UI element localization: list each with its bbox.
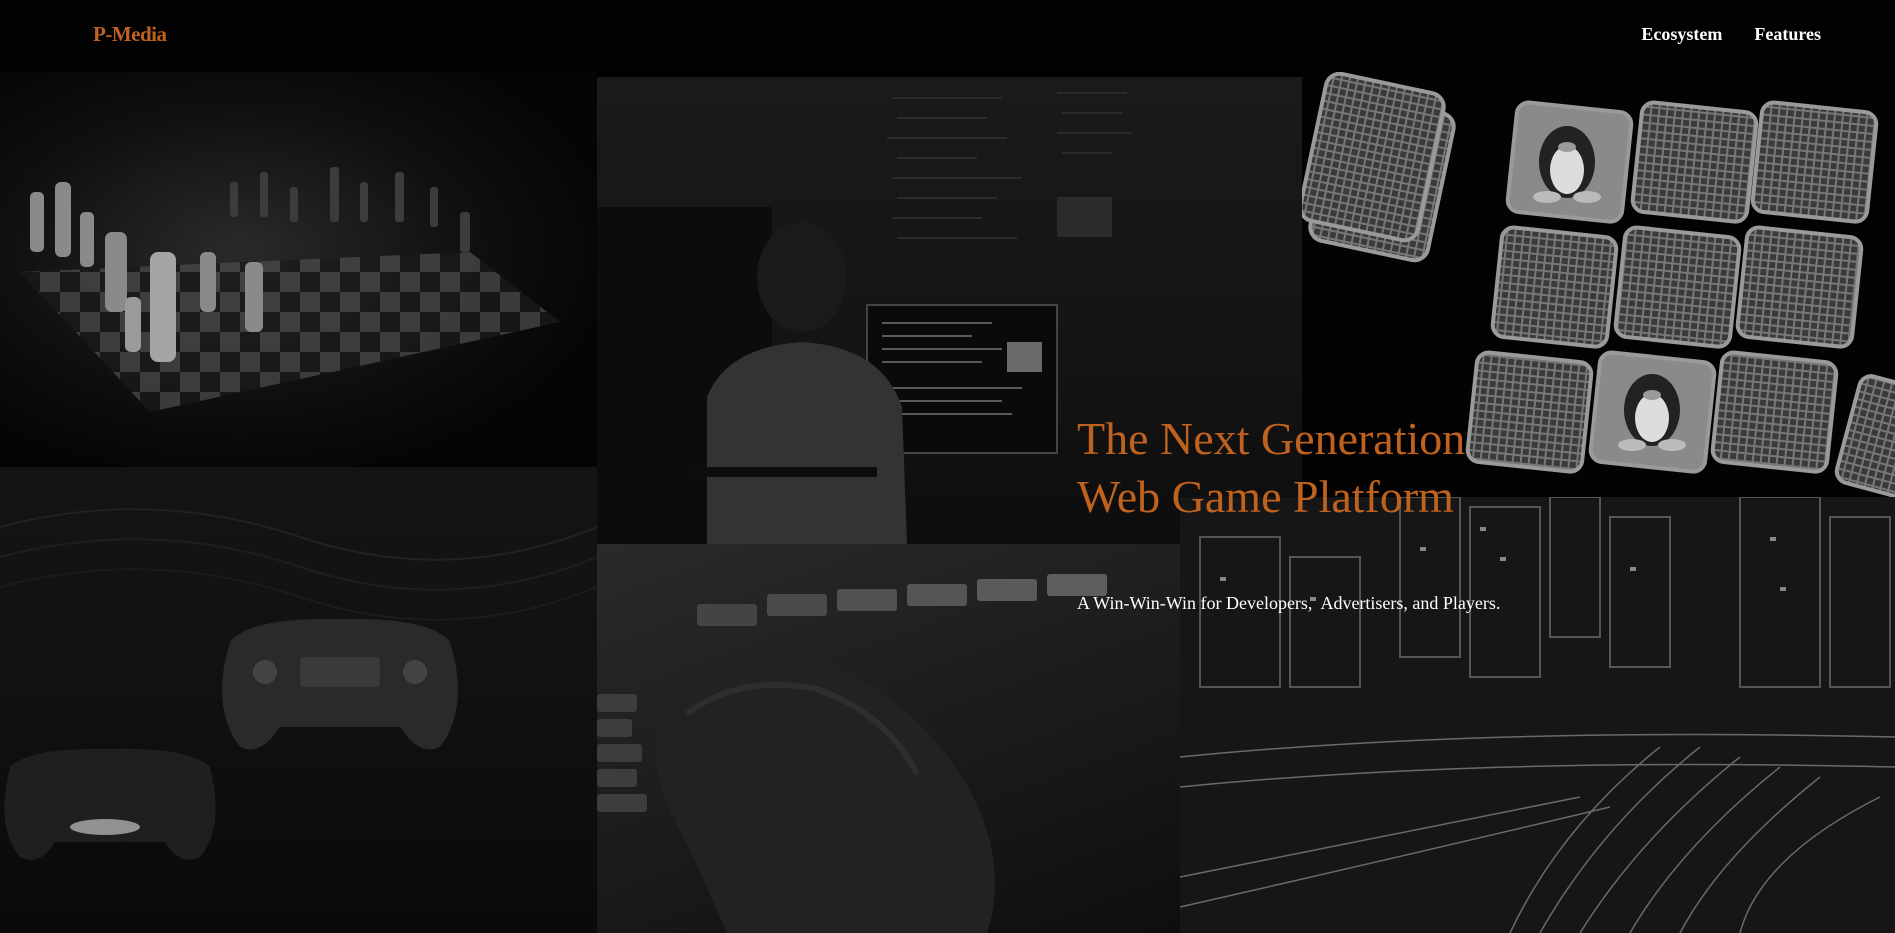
game-controller-image xyxy=(0,467,597,933)
hero-section: The Next Generation Web Game Platform A … xyxy=(1077,410,1517,614)
nav-link-ecosystem[interactable]: Ecosystem xyxy=(1641,24,1722,45)
nav-links: Ecosystem Features xyxy=(1641,24,1821,45)
hero-title: The Next Generation Web Game Platform xyxy=(1077,410,1517,526)
top-navigation-bar: P-Media Ecosystem Features xyxy=(0,0,1895,72)
hero-title-line-1: The Next Generation xyxy=(1077,413,1466,464)
hero-title-line-2: Web Game Platform xyxy=(1077,471,1454,522)
landing-page: P-Media Ecosystem Features The Next Gene… xyxy=(0,0,1895,933)
site-logo[interactable]: P-Media xyxy=(93,22,167,47)
nav-link-features[interactable]: Features xyxy=(1754,24,1821,45)
chess-board-image xyxy=(0,72,597,467)
hero-subtitle: A Win-Win-Win for Developers, Advertiser… xyxy=(1077,593,1501,613)
